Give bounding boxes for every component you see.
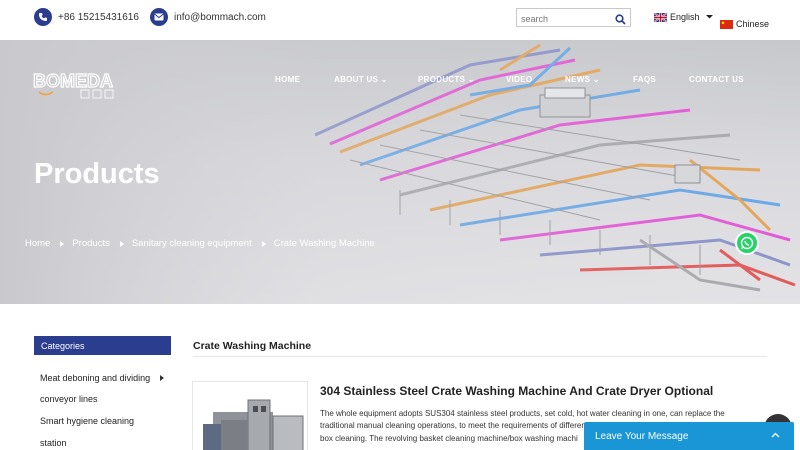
hero-banner: BOMEDA HOME ABOUT US ⌄ PRODUCTS ⌄ VIDEO …	[0, 40, 800, 304]
section-divider	[193, 356, 767, 357]
email-contact[interactable]: info@bommach.com	[150, 8, 266, 26]
top-bar: +86 15215431616 info@bommach.com English	[0, 0, 800, 40]
breadcrumb-separator-icon	[60, 240, 65, 247]
nav-video[interactable]: VIDEO	[506, 75, 532, 84]
categories-header: Categories	[34, 336, 171, 355]
breadcrumb-current: Crate Washing Machine	[273, 238, 375, 249]
nav-news[interactable]: NEWS ⌄	[565, 75, 600, 84]
caret-down-icon	[705, 15, 713, 19]
category-item-hygiene-station[interactable]: Smart hygiene cleaning	[40, 416, 134, 426]
breadcrumb-home[interactable]: Home	[25, 238, 50, 249]
language-chinese[interactable]: Chinese	[720, 19, 769, 29]
category-item-meat-deboning-line2[interactable]: conveyor lines	[40, 394, 98, 404]
leave-message-bar[interactable]: Leave Your Message	[584, 422, 794, 450]
phone-icon	[34, 8, 52, 26]
email-address: info@bommach.com	[174, 11, 266, 23]
category-item-hygiene-station-line2[interactable]: station	[40, 438, 67, 448]
bomeda-logo[interactable]: BOMEDA	[32, 70, 133, 102]
language-label: English	[670, 12, 700, 22]
chat-label: Leave Your Message	[595, 431, 689, 442]
whatsapp-icon[interactable]	[735, 231, 759, 255]
language-label: Chinese	[736, 19, 770, 29]
breadcrumb-separator-icon	[261, 240, 266, 247]
china-flag-icon	[720, 19, 733, 29]
nav-about-us[interactable]: ABOUT US ⌄	[334, 75, 388, 84]
search-box	[516, 8, 631, 30]
chevron-down-icon: ⌄	[592, 75, 600, 84]
search-input[interactable]	[517, 10, 611, 28]
product-title[interactable]: 304 Stainless Steel Crate Washing Machin…	[320, 384, 713, 398]
caret-right-icon[interactable]	[160, 375, 164, 381]
nav-faqs[interactable]: FAQS	[633, 75, 656, 84]
nav-home[interactable]: HOME	[275, 75, 300, 84]
nav-contact-us[interactable]: CONTACT US	[689, 75, 744, 84]
chevron-down-icon: ⌄	[380, 75, 388, 84]
chevron-down-icon: ⌄	[467, 75, 475, 84]
nav-products[interactable]: PRODUCTS ⌄	[418, 75, 475, 84]
breadcrumb-separator-icon	[119, 240, 124, 247]
breadcrumb: Home Products Sanitary cleaning equipmen…	[25, 238, 375, 249]
chevron-up-icon	[771, 432, 780, 438]
uk-flag-icon	[654, 12, 667, 22]
section-title: Crate Washing Machine	[193, 340, 312, 352]
svg-text:BOMEDA: BOMEDA	[33, 71, 113, 91]
phone-number: +86 15215431616	[58, 11, 139, 23]
language-english[interactable]: English	[654, 12, 714, 22]
phone-contact[interactable]: +86 15215431616	[34, 8, 139, 26]
product-thumbnail[interactable]	[192, 381, 308, 450]
breadcrumb-category[interactable]: Sanitary cleaning equipment	[132, 238, 252, 249]
email-icon	[150, 8, 168, 26]
category-item-meat-deboning[interactable]: Meat deboning and dividing	[40, 373, 150, 383]
page-title: Products	[34, 158, 160, 190]
search-icon[interactable]	[615, 12, 626, 30]
breadcrumb-products[interactable]: Products	[72, 238, 110, 249]
